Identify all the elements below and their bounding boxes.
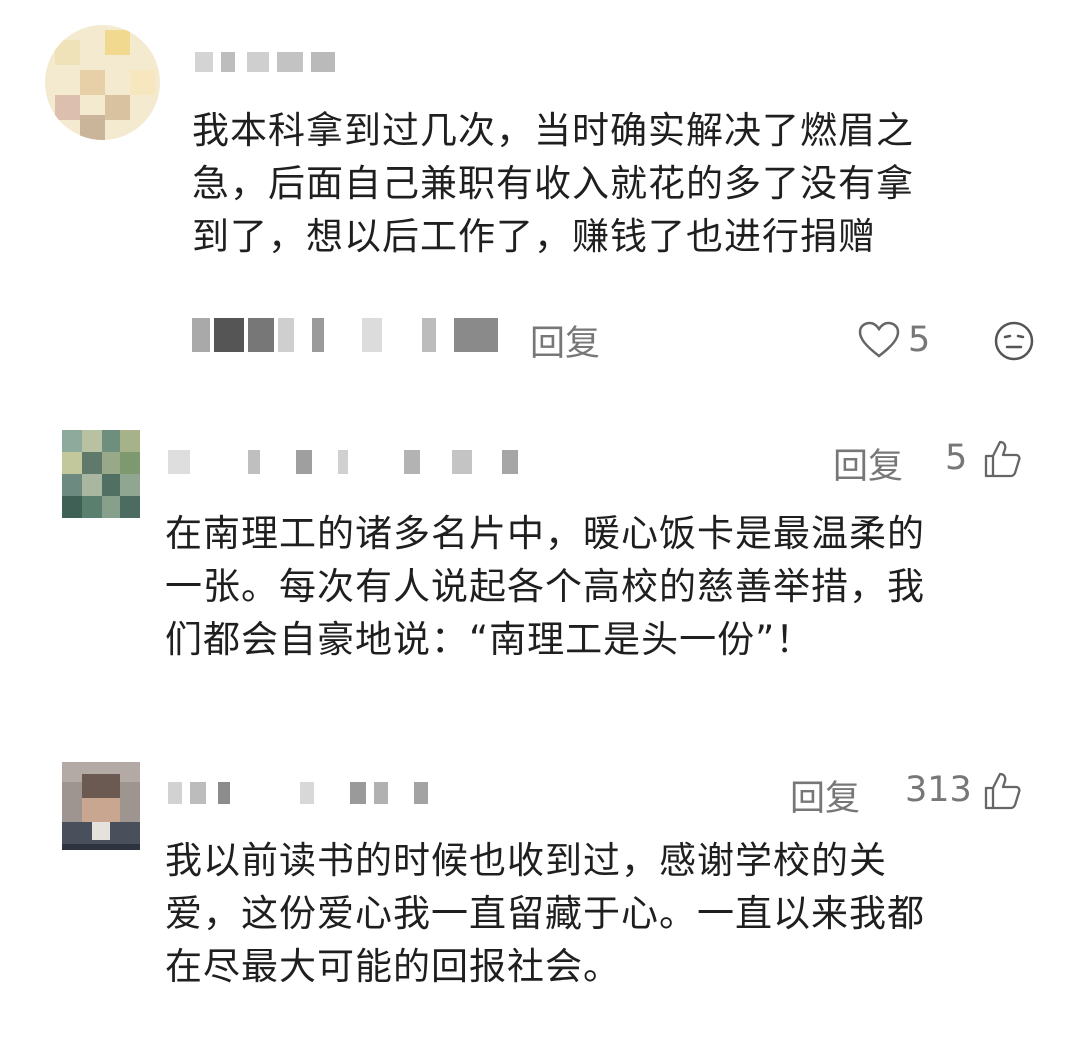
- thumbs-up-icon[interactable]: [980, 438, 1022, 480]
- username[interactable]: [195, 52, 345, 72]
- comment-text: 我本科拿到过几次，当时确实解决了燃眉之 急，后面自己兼职有收入就花的多了没有拿 …: [192, 109, 914, 258]
- avatar[interactable]: [62, 430, 140, 518]
- reply-button[interactable]: 回复: [833, 438, 903, 489]
- avatar[interactable]: [62, 762, 140, 850]
- reply-button[interactable]: 回复: [790, 770, 860, 821]
- comment-text: 在南理工的诸多名片中，暖心饭卡是最温柔的 一张。每次有人说起各个高校的慈善举措，…: [165, 512, 925, 661]
- comment-item: 我本科拿到过几次，当时确实解决了燃眉之 急，后面自己兼职有收入就花的多了没有拿 …: [0, 0, 1080, 400]
- like-count: 5: [908, 320, 931, 360]
- like-count: 313: [905, 770, 972, 810]
- neutral-face-icon[interactable]: [993, 320, 1035, 362]
- comment-item: 回复 5 在南理工的诸多名片中，暖心饭卡是最温柔的 一张。每次有人说起各个高校的…: [0, 400, 1080, 730]
- comment-text: 我以前读书的时候也收到过，感谢学校的关 爱，这份爱心我一直留藏于心。一直以来我都…: [165, 839, 925, 988]
- comment-meta: [192, 318, 502, 352]
- username[interactable]: [168, 450, 548, 474]
- username[interactable]: [168, 782, 458, 804]
- comment-item: 回复 313 我以前读书的时候也收到过，感谢学校的关 爱，这份爱心我一直留藏于心…: [0, 730, 1080, 1055]
- like-count: 5: [945, 438, 968, 478]
- avatar[interactable]: [45, 25, 160, 140]
- reply-button[interactable]: 回复: [530, 315, 600, 366]
- thumbs-up-icon[interactable]: [980, 770, 1022, 812]
- heart-icon[interactable]: [858, 321, 900, 359]
